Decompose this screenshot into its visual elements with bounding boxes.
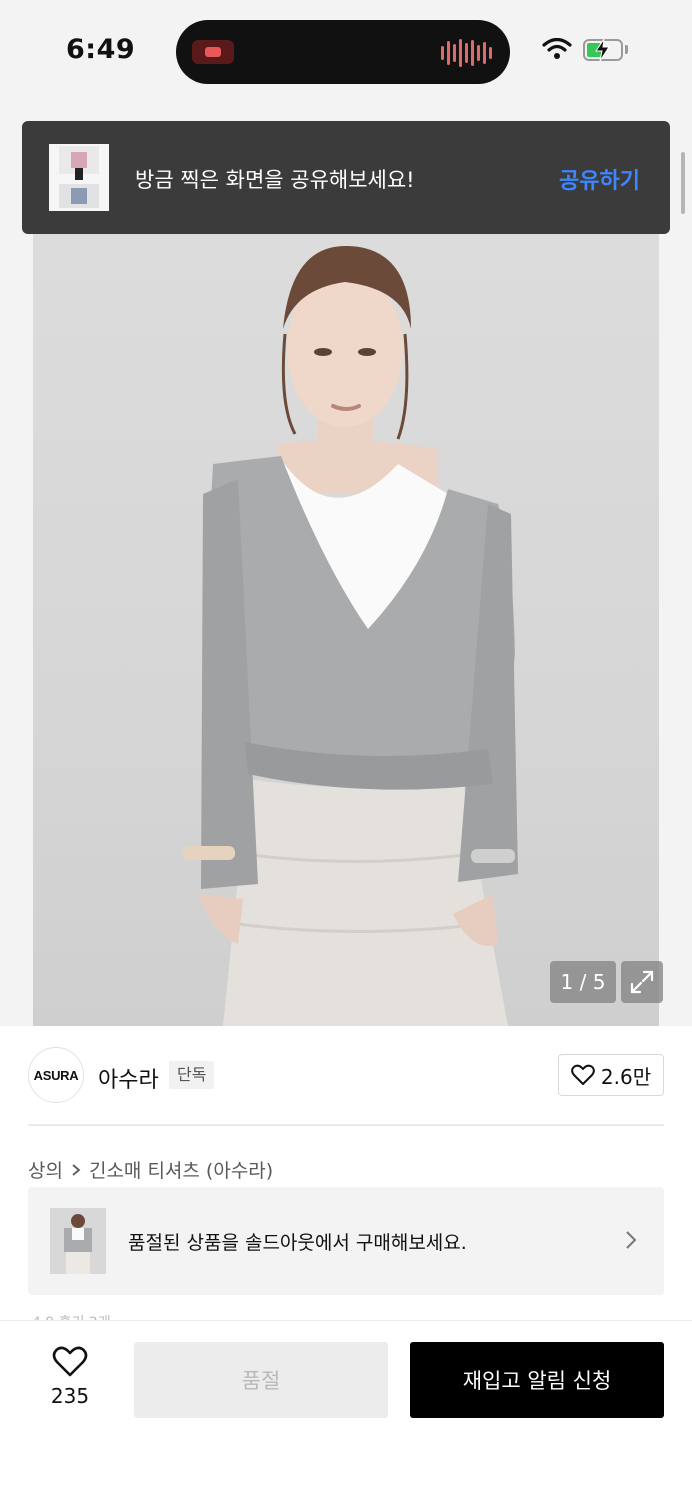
screenshot-thumbnail[interactable] (49, 144, 109, 211)
wishlist-button[interactable]: 235 (40, 1346, 100, 1408)
soldout-thumbnail (50, 1208, 106, 1274)
dynamic-island (176, 20, 510, 84)
image-counter: 1 / 5 (550, 961, 616, 1003)
breadcrumb-subcategory[interactable]: 긴소매 티셔츠 (아수라) (89, 1156, 273, 1183)
expand-icon (630, 970, 654, 994)
exclusive-badge: 단독 (169, 1061, 215, 1089)
status-bar: 6:49 (0, 0, 692, 110)
share-button[interactable]: 공유하기 (559, 163, 640, 195)
soldout-banner-text: 품절된 상품을 솔드아웃에서 구매해보세요. (128, 1232, 467, 1254)
wifi-icon (542, 38, 572, 59)
scroll-indicator (681, 152, 685, 214)
heart-icon (571, 1064, 595, 1085)
brand-name[interactable]: 아수라 (98, 1062, 159, 1094)
soldout-button[interactable]: 품절 (134, 1342, 388, 1418)
expand-button[interactable] (621, 961, 663, 1003)
rating-peek: 4.9 후기 2개 (32, 1312, 111, 1320)
restock-alert-button[interactable]: 재입고 알림 신청 (410, 1342, 664, 1418)
product-photo[interactable] (33, 234, 659, 1026)
breadcrumb: 상의 긴소매 티셔츠 (아수라) (28, 1156, 273, 1183)
model-illustration (183, 245, 518, 1026)
island-app-icon (192, 40, 234, 64)
audio-wave-icon (441, 38, 492, 68)
status-time: 6:49 (66, 34, 136, 65)
share-toast: 방금 찍은 화면을 공유해보세요! 공유하기 (22, 121, 670, 234)
chevron-right-icon (72, 1163, 81, 1176)
charging-bolt-icon (595, 38, 610, 62)
breadcrumb-category[interactable]: 상의 (28, 1156, 63, 1183)
chevron-right-icon (626, 1231, 637, 1249)
brand-like-button[interactable]: 2.6만 (558, 1054, 664, 1096)
toast-message: 방금 찍은 화면을 공유해보세요! (135, 168, 415, 192)
heart-icon (52, 1346, 88, 1377)
brand-logo[interactable]: ASURA (28, 1047, 84, 1103)
divider (28, 1124, 664, 1126)
brand-like-count: 2.6만 (600, 1064, 652, 1089)
wishlist-count: 235 (50, 1384, 90, 1408)
soldout-banner[interactable]: 품절된 상품을 솔드아웃에서 구매해보세요. (28, 1187, 664, 1295)
